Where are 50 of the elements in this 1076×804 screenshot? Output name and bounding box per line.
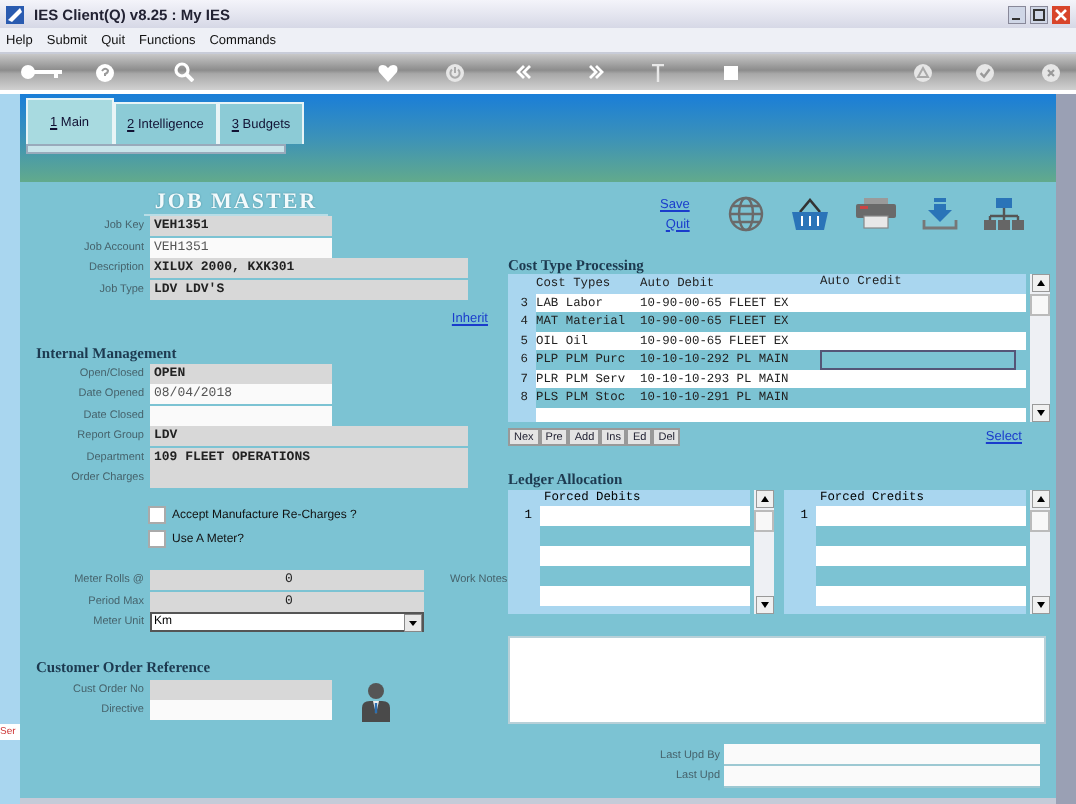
check-icon[interactable]: [976, 63, 994, 81]
app-icon: [6, 5, 24, 23]
help-icon[interactable]: [96, 63, 114, 81]
scroll-down-icon[interactable]: [755, 595, 773, 613]
scrollbar[interactable]: [754, 489, 774, 613]
network-icon[interactable]: [983, 197, 1024, 231]
scroll-down-icon[interactable]: [1031, 403, 1049, 421]
stop-icon[interactable]: [724, 65, 738, 79]
key-icon[interactable]: [20, 64, 64, 80]
list-row[interactable]: [816, 525, 1026, 545]
scroll-up-icon[interactable]: [755, 489, 773, 507]
list-row[interactable]: [816, 545, 1026, 565]
text-field[interactable]: [150, 700, 332, 721]
text-cursor-icon[interactable]: [652, 63, 664, 81]
scroll-thumb[interactable]: [1030, 509, 1050, 531]
search-icon[interactable]: [174, 62, 194, 82]
focused-cell[interactable]: [820, 350, 1016, 369]
text-field[interactable]: [150, 679, 332, 700]
basket-icon[interactable]: [789, 197, 830, 231]
work-notes-field[interactable]: [508, 635, 1046, 723]
dropdown-arrow-icon[interactable]: [404, 613, 422, 631]
list-row[interactable]: [540, 545, 750, 565]
minimize-icon[interactable]: [1008, 5, 1026, 23]
text-field[interactable]: [724, 744, 1040, 767]
text-field[interactable]: [724, 765, 1040, 788]
printer-icon[interactable]: [855, 198, 896, 230]
text-field[interactable]: [150, 405, 332, 425]
list-row[interactable]: [816, 565, 1026, 585]
close-icon[interactable]: [1052, 5, 1070, 23]
fast-forward-icon[interactable]: [588, 64, 604, 80]
scroll-up-icon[interactable]: [1031, 489, 1049, 507]
scroll-up-icon[interactable]: [1031, 274, 1049, 292]
download-icon[interactable]: [921, 197, 958, 231]
maximize-icon[interactable]: [1030, 5, 1048, 23]
text-field[interactable]: [150, 468, 468, 488]
globe-icon[interactable]: [727, 196, 764, 232]
list-row[interactable]: [540, 525, 750, 545]
list-row[interactable]: [540, 565, 750, 585]
heart-icon[interactable]: [378, 63, 398, 81]
scroll-thumb[interactable]: [1030, 294, 1050, 316]
scrollbar[interactable]: [1030, 274, 1050, 421]
scroll-down-icon[interactable]: [1031, 595, 1049, 613]
scrollbar[interactable]: [1030, 489, 1050, 613]
power-icon[interactable]: [446, 63, 464, 81]
checkbox[interactable]: [148, 506, 166, 524]
checkbox[interactable]: [148, 530, 166, 548]
person-icon[interactable]: [360, 682, 392, 722]
cancel-icon[interactable]: [1042, 63, 1060, 81]
rewind-icon[interactable]: [516, 64, 532, 80]
scroll-thumb[interactable]: [754, 509, 774, 531]
